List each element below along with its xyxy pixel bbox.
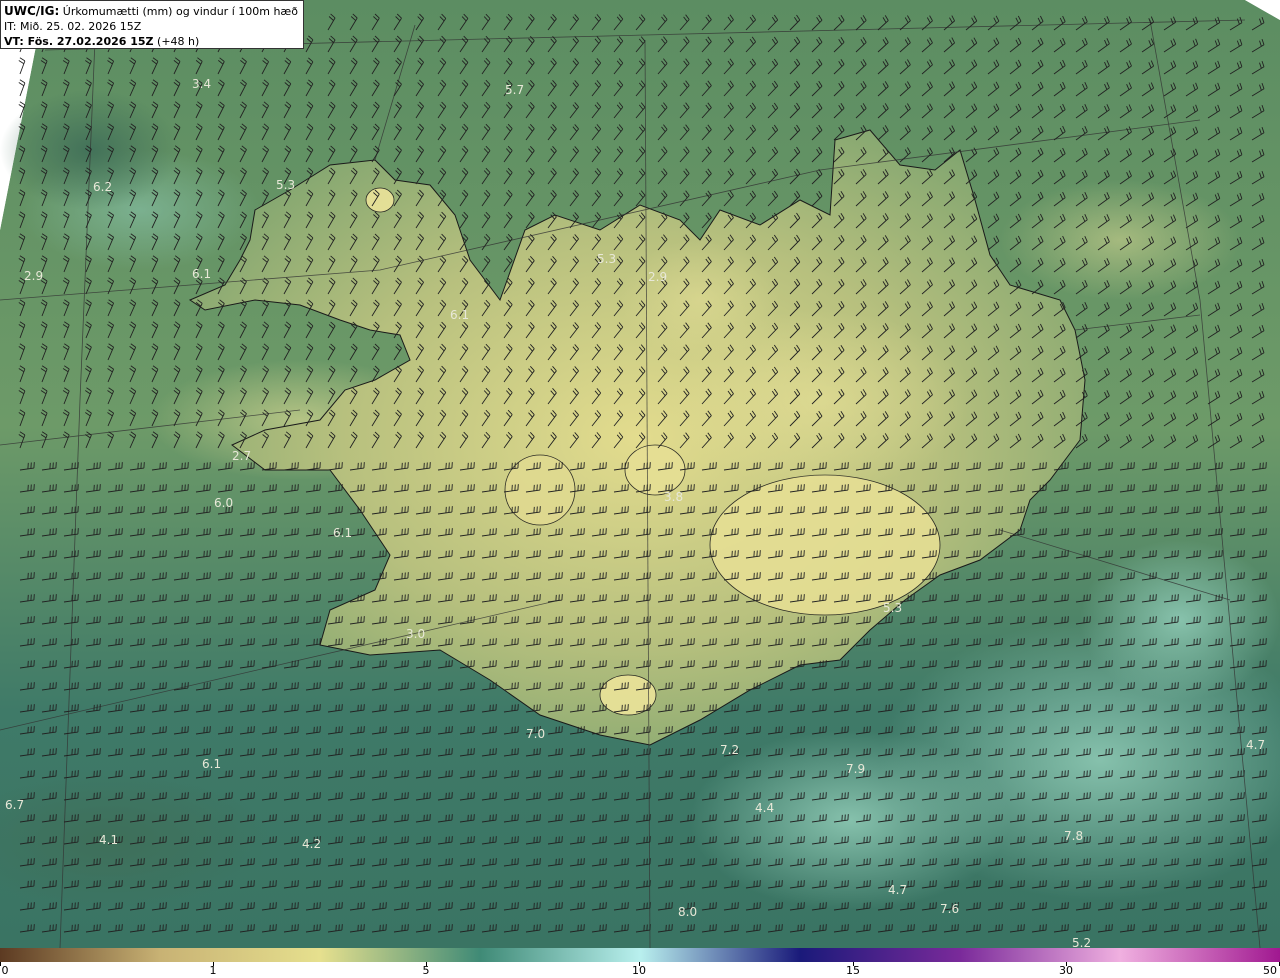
value-label: 5.7: [505, 83, 524, 97]
colorbar-label: 5: [422, 964, 430, 977]
value-label: 4.7: [1246, 738, 1265, 752]
colorbar-strip: [0, 948, 1280, 962]
value-label: 6.2: [93, 180, 112, 194]
value-label: 4.1: [99, 833, 118, 847]
colorbar: 0 1 5 10 15 30 50: [0, 948, 1280, 978]
value-label: 7.9: [846, 762, 865, 776]
value-label: 4.7: [888, 883, 907, 897]
colorbar-label: 0: [1, 964, 9, 977]
value-label: 5.3: [883, 601, 902, 615]
value-label: 6.1: [333, 526, 352, 540]
valid-time-line: VT: Fös. 27.02.2026 15Z (+48 h): [4, 34, 300, 49]
value-label: 2.9: [24, 269, 43, 283]
value-label: 2.7: [232, 449, 251, 463]
map-title: Úrkomumætti (mm) og vindur í 100m hæð: [62, 5, 298, 18]
value-label: 6.1: [192, 267, 211, 281]
value-label: 3.8: [664, 490, 683, 504]
colorbar-label: 50: [1263, 964, 1277, 977]
value-label: 4.4: [755, 801, 774, 815]
forecast-lead: (+48 h): [153, 35, 200, 48]
valid-time: VT: Fös. 27.02.2026 15Z: [4, 35, 154, 48]
value-label: 7.2: [720, 743, 739, 757]
colorbar-label: 10: [632, 964, 646, 977]
vatnajokull-glacier: [709, 474, 941, 616]
init-time: IT: Mið. 25. 02. 2026 15Z: [4, 20, 142, 33]
value-label: 5.3: [276, 178, 295, 192]
brand-label: UWC/IG:: [4, 4, 60, 18]
value-label: 8.0: [678, 905, 697, 919]
value-label: 4.2: [302, 837, 321, 851]
value-label: 2.9: [648, 270, 667, 284]
value-label: 6.0: [214, 496, 233, 510]
value-label: 7.6: [940, 902, 959, 916]
value-label: 7.8: [1064, 829, 1083, 843]
value-label: 3.4: [192, 77, 211, 91]
colorbar-label: 15: [846, 964, 860, 977]
value-label: 3.0: [406, 627, 425, 641]
title-line: UWC/IG: Úrkomumætti (mm) og vindur í 100…: [4, 4, 300, 19]
precipitation-wind-map: 3.4 5.7 6.2 5.3 2.9 6.1 5.3 2.9 6.1 2.7 …: [0, 0, 1280, 948]
drangajokull-glacier: [365, 187, 395, 213]
value-label: 5.2: [1072, 936, 1091, 948]
value-label: 7.0: [526, 727, 545, 741]
colorbar-label: 30: [1059, 964, 1073, 977]
map-title-box: UWC/IG: Úrkomumætti (mm) og vindur í 100…: [0, 0, 304, 49]
value-label: 6.7: [5, 798, 24, 812]
value-label: 5.3: [597, 252, 616, 266]
hofsjokull-glacier: [624, 444, 686, 496]
value-label: 6.1: [450, 308, 469, 322]
value-label: 6.1: [202, 757, 221, 771]
colorbar-label: 1: [209, 964, 217, 977]
